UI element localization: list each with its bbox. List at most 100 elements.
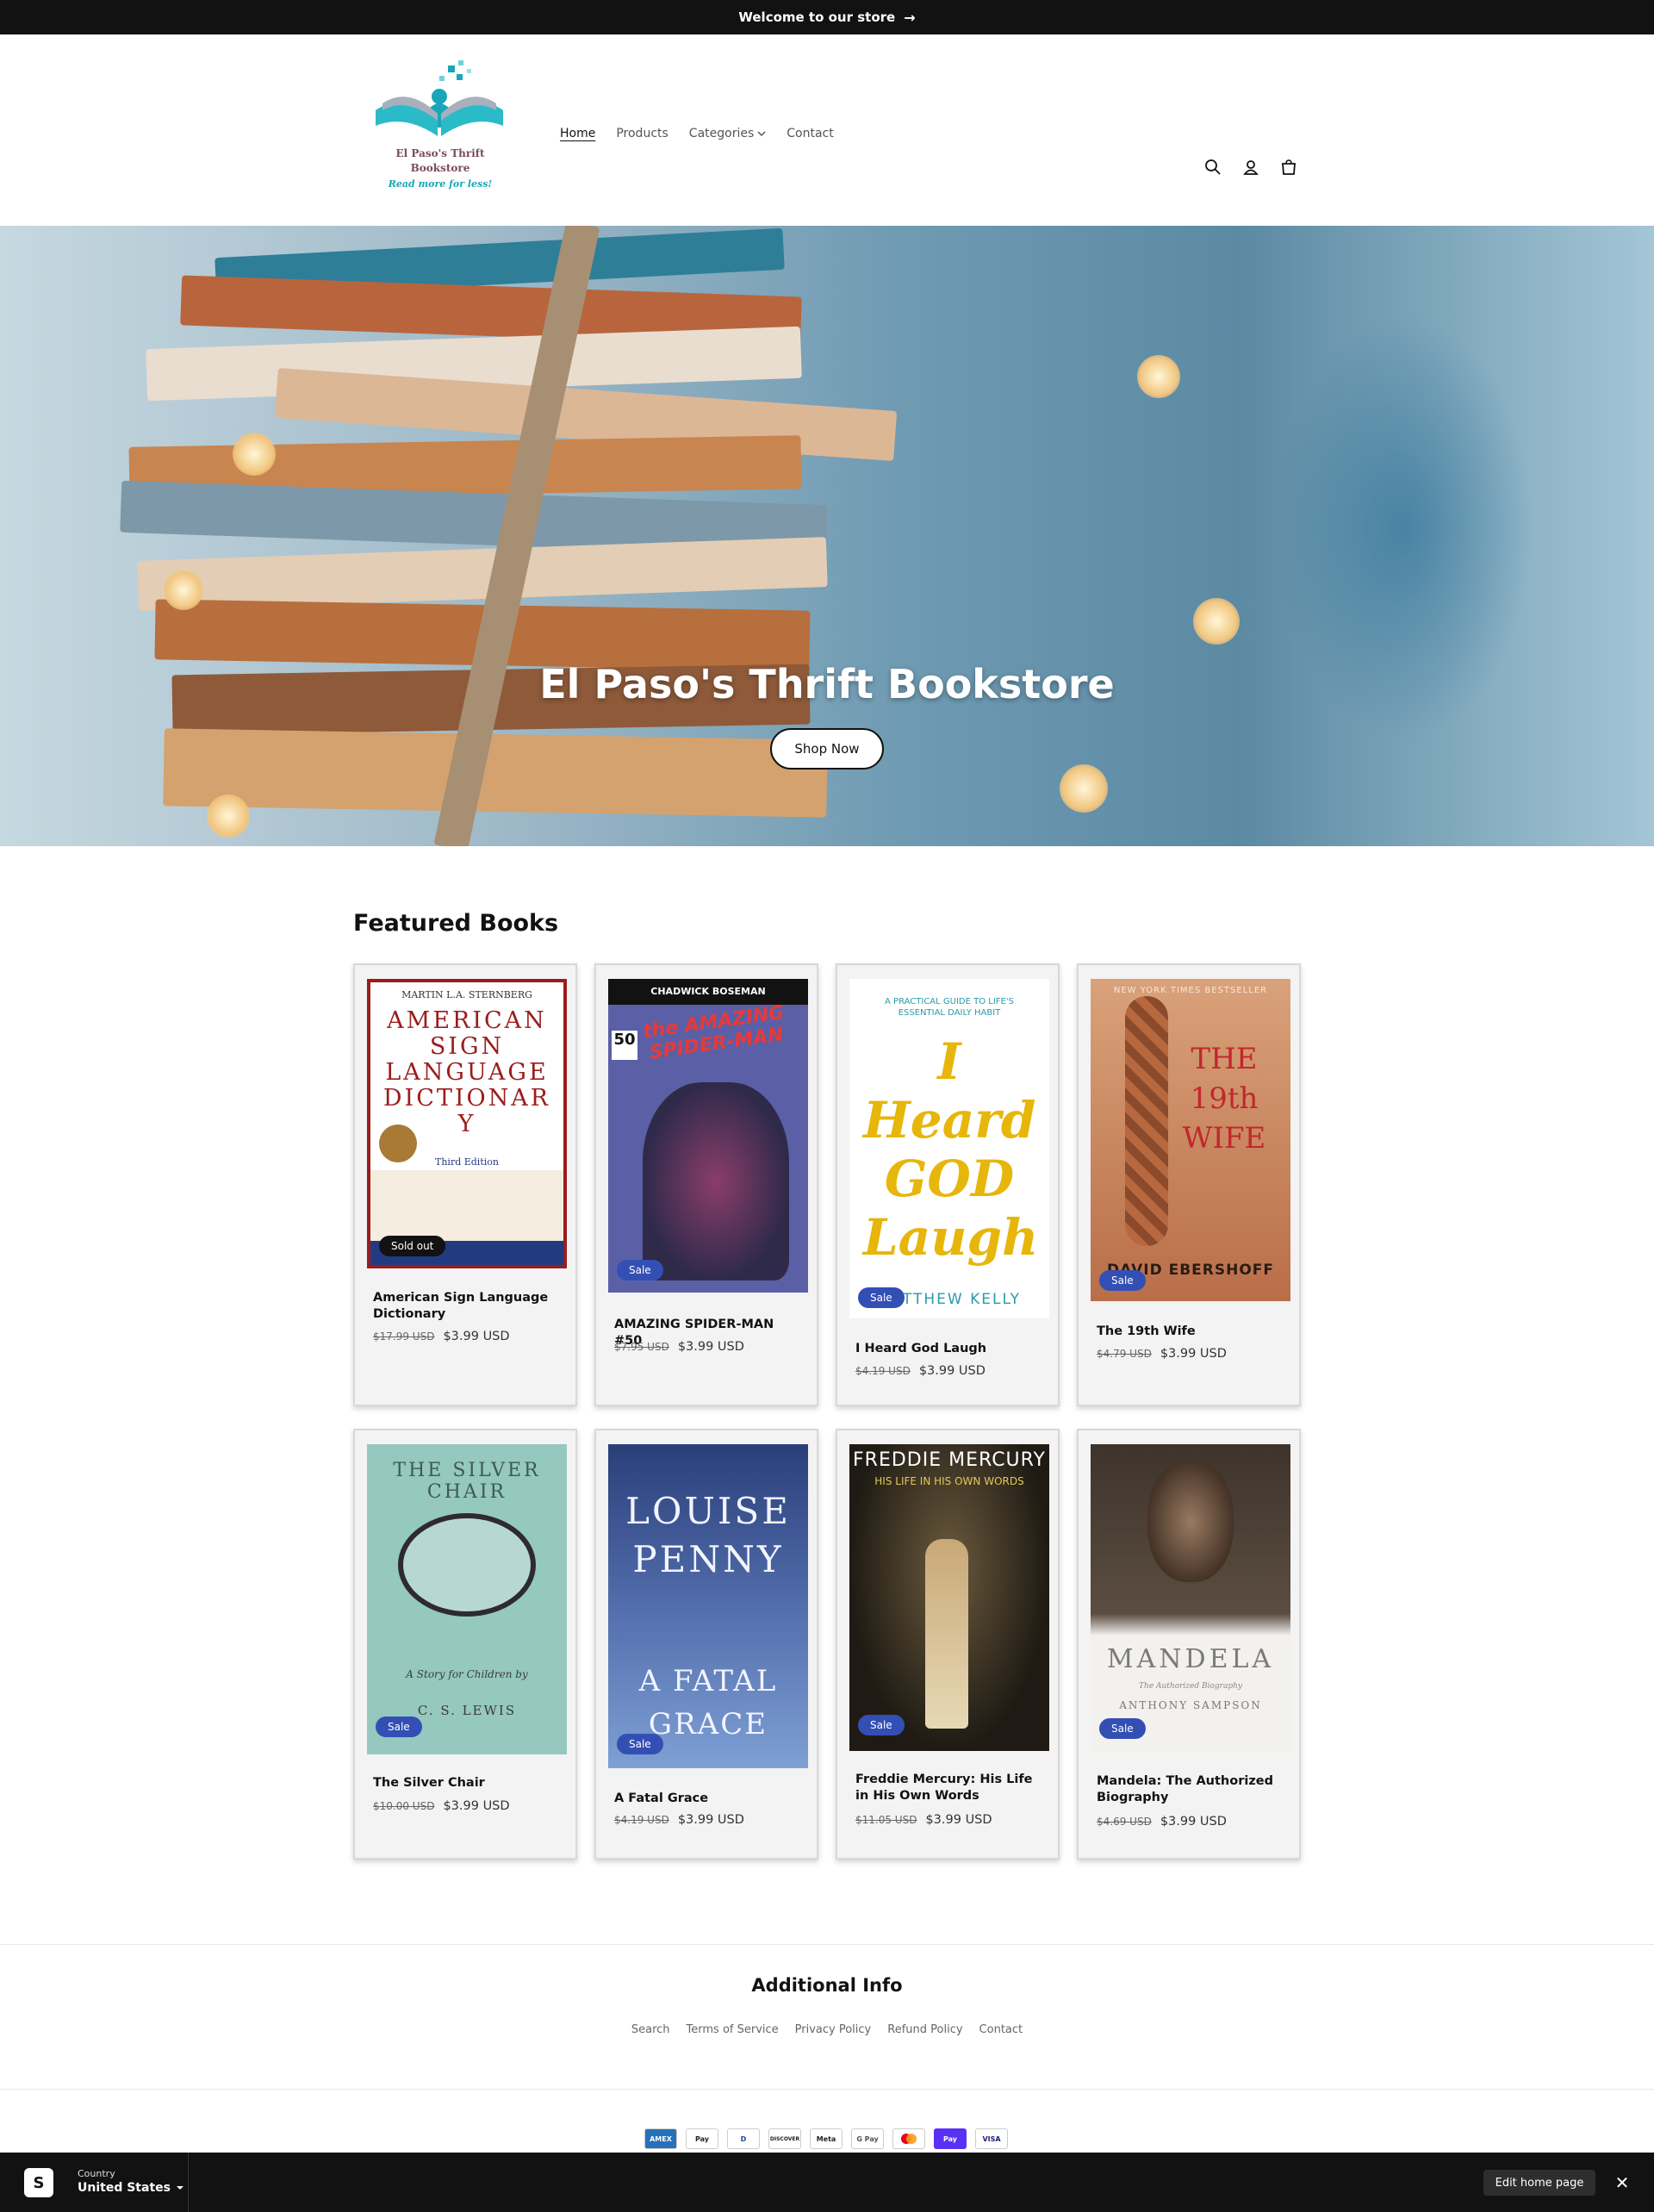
product-card[interactable]: A PRACTICAL GUIDE TO LIFE'S ESSENTIAL DA…: [836, 963, 1060, 1406]
country-value: United States: [78, 2181, 171, 2195]
sale-price: $3.99 USD: [1160, 1815, 1227, 1829]
product-title[interactable]: I Heard God Laugh: [855, 1341, 1045, 1357]
footer-link-privacy[interactable]: Privacy Policy: [795, 2023, 872, 2036]
nav-home[interactable]: Home: [560, 127, 595, 140]
sale-price: $3.99 USD: [918, 1364, 986, 1378]
nav-categories-label: Categories: [688, 127, 755, 140]
sale-price: $3.99 USD: [1160, 1347, 1227, 1361]
original-price: $11.05 USD: [855, 1814, 917, 1826]
product-title[interactable]: American Sign Language Dictionary: [373, 1290, 563, 1323]
nav-products[interactable]: Products: [616, 127, 668, 140]
cover-title: the AMAZING SPIDER-MAN: [641, 1001, 786, 1064]
chevron-down-icon: [757, 131, 766, 137]
sale-badge: Sale: [617, 1260, 663, 1280]
product-card[interactable]: MANDELA The Authorized Biography ANTHONY…: [1077, 1429, 1301, 1860]
footer-heading: Additional Info: [751, 1975, 903, 1996]
nav-categories[interactable]: Categories: [689, 127, 766, 140]
product-card[interactable]: THE SILVER CHAIR A Story for Children by…: [353, 1429, 577, 1860]
book-cover: NEW YORK TIMES BESTSELLER THE 19th WIFE …: [1091, 979, 1290, 1301]
issue-number: 50: [612, 1031, 637, 1060]
edit-home-page-button[interactable]: Edit home page: [1483, 2170, 1595, 2196]
original-price: $4.19 USD: [855, 1365, 911, 1377]
sale-badge: Sale: [376, 1717, 422, 1737]
apple-pay-icon: Pay: [686, 2128, 718, 2149]
sale-badge: Sale: [1099, 1718, 1146, 1739]
cover-title: AMERICAN SIGN LANGUAGE DICTIONARY: [382, 1007, 551, 1137]
sale-badge: Sale: [1099, 1270, 1146, 1291]
product-title[interactable]: The Silver Chair: [373, 1775, 563, 1791]
sale-badge: Sale: [858, 1715, 905, 1735]
cover-subtitle: A Story for Children by: [406, 1668, 528, 1680]
hero-banner: El Paso's Thrift Bookstore Shop Now: [0, 226, 1654, 846]
product-title[interactable]: A Fatal Grace: [614, 1791, 804, 1807]
cover-author: MARTIN L.A. STERNBERG: [401, 989, 532, 1000]
product-card[interactable]: MARTIN L.A. STERNBERG AMERICAN SIGN LANG…: [353, 963, 577, 1406]
book-cover: A PRACTICAL GUIDE TO LIFE'S ESSENTIAL DA…: [849, 979, 1049, 1318]
product-card[interactable]: FREDDIE MERCURY HIS LIFE IN HIS OWN WORD…: [836, 1429, 1060, 1860]
footer-link-contact[interactable]: Contact: [979, 2023, 1023, 2036]
cover-top: A PRACTICAL GUIDE TO LIFE'S ESSENTIAL DA…: [885, 997, 1014, 1018]
shop-now-button[interactable]: Shop Now: [770, 728, 884, 770]
cover-author: LOUISE PENNY: [625, 1490, 791, 1580]
main-nav: Home Products Categories Contact: [560, 127, 834, 140]
cart-icon[interactable]: [1278, 157, 1299, 178]
cover-title: THE 19th WIFE: [1182, 1042, 1266, 1156]
cover-top: NEW YORK TIMES BESTSELLER: [1113, 986, 1268, 995]
product-price: $4.19 USD $3.99 USD: [614, 1813, 744, 1827]
diners-icon: D: [727, 2128, 760, 2149]
country-selector[interactable]: Country United States: [78, 2168, 184, 2195]
sale-price: $3.99 USD: [677, 1340, 744, 1354]
visa-icon: VISA: [975, 2128, 1008, 2149]
cover-title: THE SILVER CHAIR: [393, 1460, 541, 1503]
hero-title: El Paso's Thrift Bookstore: [539, 661, 1115, 707]
footer-link-terms[interactable]: Terms of Service: [687, 2023, 779, 2036]
footer-divider-bottom: [0, 2089, 1654, 2090]
cover-title: MANDELA: [1106, 1644, 1275, 1674]
site-header: El Paso's Thrift Bookstore Read more for…: [0, 34, 1654, 226]
sale-price: $3.99 USD: [677, 1813, 744, 1827]
product-card[interactable]: NEW YORK TIMES BESTSELLER THE 19th WIFE …: [1077, 963, 1301, 1406]
mastercard-icon: [892, 2128, 925, 2149]
announcement-text: Welcome to our store: [738, 9, 896, 25]
cover-subtitle: HIS LIFE IN HIS OWN WORDS: [874, 1475, 1024, 1487]
open-book-logo-icon: [376, 60, 503, 136]
account-icon[interactable]: [1240, 157, 1261, 178]
footer-link-search[interactable]: Search: [631, 2023, 670, 2036]
product-price: $10.00 USD $3.99 USD: [373, 1799, 510, 1813]
original-price: $7.95 USD: [614, 1341, 669, 1353]
sold-out-badge: Sold out: [379, 1236, 446, 1256]
product-card[interactable]: LOUISE PENNY A FATAL GRACE Sale A Fatal …: [594, 1429, 818, 1860]
book-cover: THE SILVER CHAIR A Story for Children by…: [367, 1444, 567, 1754]
product-title[interactable]: The 19th Wife: [1097, 1324, 1286, 1340]
product-title[interactable]: Freddie Mercury: His Life in His Own Wor…: [855, 1772, 1045, 1804]
search-icon[interactable]: [1203, 157, 1223, 178]
shop-pay-icon: Pay: [934, 2128, 967, 2149]
cover-title: FREDDIE MERCURY: [853, 1449, 1046, 1471]
arrow-right-icon: →: [904, 9, 916, 26]
logo-tagline: Read more for less!: [388, 178, 493, 190]
original-price: $17.99 USD: [373, 1330, 435, 1343]
sale-badge: Sale: [858, 1287, 905, 1308]
product-title[interactable]: Mandela: The Authorized Biography: [1097, 1773, 1286, 1806]
book-cover: LOUISE PENNY A FATAL GRACE Sale: [608, 1444, 808, 1768]
product-price: $17.99 USD $3.99 USD: [373, 1330, 510, 1343]
footer-link-refund[interactable]: Refund Policy: [887, 2023, 962, 2036]
cover-top: CHADWICK BOSEMAN: [650, 986, 766, 997]
nav-contact[interactable]: Contact: [787, 127, 833, 140]
store-logo[interactable]: El Paso's Thrift Bookstore Read more for…: [367, 60, 513, 198]
google-pay-icon: G Pay: [851, 2128, 884, 2149]
cover-title: A FATAL GRACE: [638, 1664, 778, 1742]
product-card[interactable]: CHADWICK BOSEMAN the AMAZING SPIDER-MAN …: [594, 963, 818, 1406]
close-icon[interactable]: ✕: [1609, 2170, 1635, 2196]
sale-price: $3.99 USD: [443, 1799, 510, 1813]
footer-divider-top: [0, 1944, 1654, 1945]
featured-title: Featured Books: [353, 910, 559, 937]
product-price: $11.05 USD $3.99 USD: [855, 1813, 992, 1827]
meta-pay-icon: Meta: [810, 2128, 843, 2149]
product-price: $7.95 USD $3.99 USD: [614, 1340, 744, 1354]
amex-icon: AMEX: [644, 2128, 677, 2149]
sale-badge: Sale: [617, 1734, 663, 1754]
announcement-bar[interactable]: Welcome to our store →: [0, 0, 1654, 34]
book-cover: MANDELA The Authorized Biography ANTHONY…: [1091, 1444, 1290, 1753]
sale-price: $3.99 USD: [925, 1813, 992, 1827]
